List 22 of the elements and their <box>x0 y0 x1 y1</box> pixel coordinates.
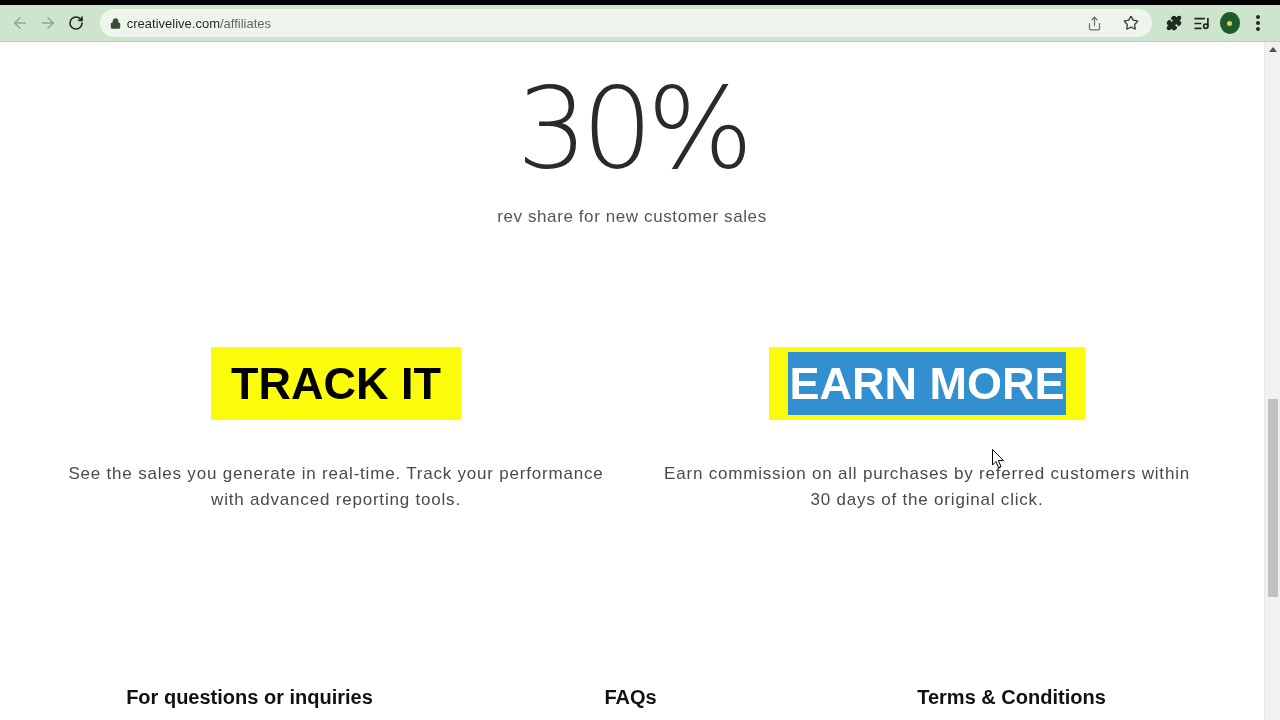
address-bar[interactable]: creativelive.com/affiliates <box>99 9 1152 37</box>
lock-icon <box>109 17 121 29</box>
scrollbar-thumb[interactable] <box>1267 399 1278 597</box>
feature-description: Earn commission on all purchases by referred customers within 30 days of the original click. <box>663 463 1191 511</box>
feature-heading: TRACK IT <box>230 357 442 411</box>
footer-heading: For questions or inquiries <box>125 685 374 709</box>
share-icon <box>1087 15 1103 31</box>
profile-avatar[interactable] <box>1219 12 1241 34</box>
puzzle-icon <box>1165 15 1182 31</box>
feature-description: See the sales you generate in real-time. Track your performance with advanced reporting tools. <box>67 463 605 511</box>
stat-value: 30% <box>516 69 748 187</box>
reload-icon <box>67 15 84 31</box>
menu-icon <box>1256 15 1261 31</box>
feature-heading: EARN MORE <box>788 352 1066 415</box>
scrollbar[interactable] <box>1264 42 1280 720</box>
url-field[interactable]: creativelive.com/affiliates <box>126 13 1074 33</box>
scroll-up-icon[interactable] <box>1268 47 1277 52</box>
star-icon <box>1122 15 1139 31</box>
mouse-pointer-icon <box>992 449 1005 469</box>
footer-heading: Terms & Conditions <box>916 685 1107 709</box>
stat-caption: rev share for new customer sales <box>497 206 767 228</box>
footer-heading: FAQs <box>603 685 658 709</box>
